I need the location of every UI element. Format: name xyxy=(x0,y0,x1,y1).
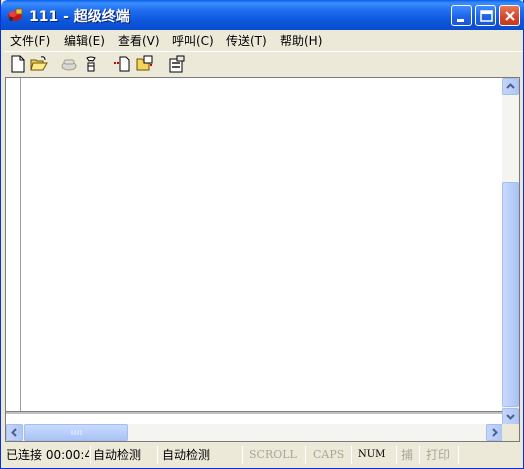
receive-icon[interactable] xyxy=(136,55,154,73)
menu-transfer[interactable]: 传送(T) xyxy=(226,32,267,49)
status-capture: 捕 xyxy=(401,448,414,462)
close-icon xyxy=(505,11,515,21)
status-bar: 已连接 00:00:45 自动检测 自动检测 SCROLL CAPS NUM 捕… xyxy=(1,444,523,466)
chevron-right-icon xyxy=(492,428,498,437)
new-icon[interactable] xyxy=(9,55,27,73)
status-connection: 已连接 00:00:45 xyxy=(6,448,89,462)
terminal-bottom-border xyxy=(6,411,503,414)
status-detect-1: 自动检测 xyxy=(93,448,142,462)
hyperterminal-window: 111 - 超级终端 文件(F) 编辑(E) 查看(V) 呼叫(C) 传送(T)… xyxy=(0,0,524,469)
status-detect-2: 自动检测 xyxy=(162,448,211,462)
vertical-scrollbar[interactable] xyxy=(502,78,519,425)
open-icon[interactable] xyxy=(30,55,48,73)
scroll-down-button[interactable] xyxy=(502,408,519,425)
status-divider xyxy=(157,446,158,464)
menu-bar: 文件(F) 编辑(E) 查看(V) 呼叫(C) 传送(T) 帮助(H) xyxy=(4,30,522,50)
scroll-up-button[interactable] xyxy=(502,78,519,95)
menu-help[interactable]: 帮助(H) xyxy=(280,32,322,49)
horizontal-scroll-thumb[interactable] xyxy=(24,424,128,441)
status-divider xyxy=(351,446,352,464)
chevron-down-icon xyxy=(506,414,515,420)
close-button[interactable] xyxy=(499,5,520,26)
status-divider xyxy=(90,446,91,464)
status-scroll: SCROLL xyxy=(249,448,297,461)
scroll-right-button[interactable] xyxy=(486,424,503,441)
minimize-icon xyxy=(457,19,464,22)
terminal-area[interactable] xyxy=(22,78,503,411)
menu-call[interactable]: 呼叫(C) xyxy=(172,32,214,49)
menu-file[interactable]: 文件(F) xyxy=(10,32,50,49)
scroll-corner xyxy=(502,424,519,441)
scroll-left-button[interactable] xyxy=(6,424,23,441)
chevron-up-icon xyxy=(506,83,515,89)
status-caps: CAPS xyxy=(313,448,345,461)
status-divider xyxy=(396,446,397,464)
menu-view[interactable]: 查看(V) xyxy=(118,32,160,49)
disconnect-icon[interactable] xyxy=(82,55,100,73)
toolbar xyxy=(4,51,522,75)
status-divider xyxy=(305,446,306,464)
grip-icon xyxy=(71,430,82,435)
hyperterminal-app-icon[interactable] xyxy=(7,7,24,23)
maximize-button[interactable] xyxy=(475,5,496,26)
minimize-button[interactable] xyxy=(451,5,472,26)
status-divider xyxy=(242,446,243,464)
horizontal-scrollbar[interactable] xyxy=(6,424,503,441)
connect-icon[interactable] xyxy=(60,55,78,73)
status-divider xyxy=(419,446,420,464)
menu-edit[interactable]: 编辑(E) xyxy=(64,32,105,49)
status-num: NUM xyxy=(358,449,386,460)
chevron-left-icon xyxy=(11,428,17,437)
send-icon[interactable] xyxy=(114,55,132,73)
terminal-left-margin xyxy=(6,78,21,413)
vertical-scroll-thumb[interactable] xyxy=(502,182,519,407)
window-title: 111 - 超级终端 xyxy=(29,9,130,25)
properties-icon[interactable] xyxy=(168,55,186,73)
status-divider xyxy=(458,446,459,464)
status-print: 打印 xyxy=(426,448,451,462)
terminal-frame xyxy=(5,77,520,442)
title-bar[interactable]: 111 - 超级终端 xyxy=(1,0,524,30)
maximize-icon xyxy=(480,10,493,22)
